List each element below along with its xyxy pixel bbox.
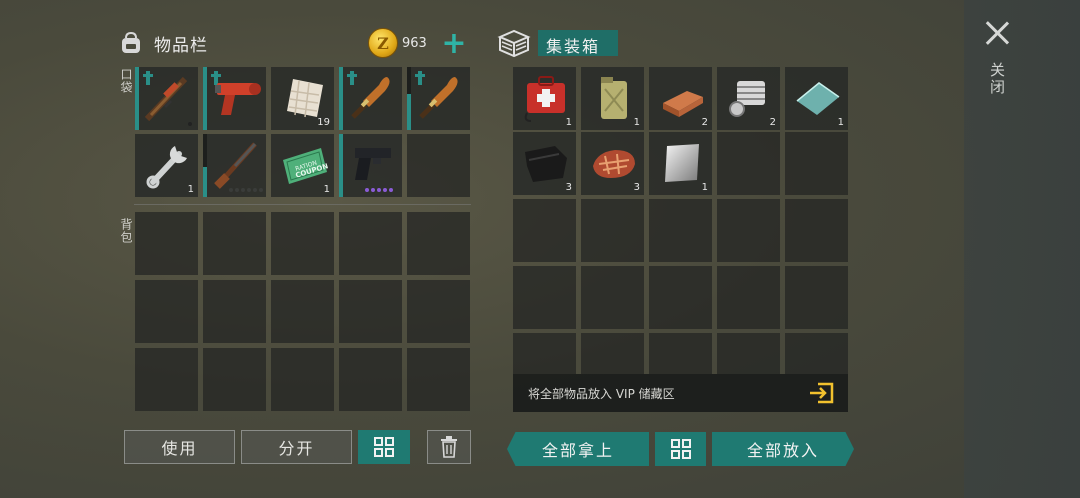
item-quantity: 1 xyxy=(187,184,194,195)
container-slot[interactable]: 1 xyxy=(785,67,848,130)
item-quantity: 1 xyxy=(565,117,572,128)
close-icon[interactable] xyxy=(984,20,1010,46)
backpack-slot[interactable] xyxy=(339,212,402,275)
backpack-slot[interactable] xyxy=(203,212,266,275)
pocket-slot[interactable] xyxy=(203,134,266,197)
backpack-slot[interactable] xyxy=(203,348,266,411)
inventory-title: 物品栏 xyxy=(154,35,208,56)
backpack-slot[interactable] xyxy=(407,348,470,411)
add-coins-button[interactable]: + xyxy=(436,29,472,59)
container-slot-empty[interactable] xyxy=(513,199,576,262)
pocket-slot[interactable]: 1 xyxy=(135,134,198,197)
close-panel xyxy=(964,0,1080,498)
container-slot-empty[interactable] xyxy=(785,333,848,374)
backpack-slot[interactable] xyxy=(135,280,198,343)
inventory-header: 物品栏 xyxy=(118,28,208,58)
container-slot-empty[interactable] xyxy=(513,266,576,329)
backpack-icon xyxy=(122,31,140,53)
upgrade-dots xyxy=(229,188,263,192)
machete-icon xyxy=(351,77,390,119)
pocket-slot[interactable]: 19 xyxy=(271,67,334,130)
pocket-label: 口袋 xyxy=(119,68,133,94)
close-label[interactable]: 关闭 xyxy=(988,62,1008,96)
item-quantity: 2 xyxy=(701,117,708,128)
container-slot-empty[interactable] xyxy=(717,132,780,195)
container-slot-empty[interactable] xyxy=(581,266,644,329)
container-slot[interactable]: 1 xyxy=(513,67,576,130)
item-quantity: 2 xyxy=(769,117,776,128)
container-slot-empty[interactable] xyxy=(649,199,712,262)
pocket-slot-empty[interactable] xyxy=(407,134,470,197)
container-slot-empty[interactable] xyxy=(717,333,780,374)
item-quantity: 1 xyxy=(837,117,844,128)
container-slot[interactable]: 2 xyxy=(649,67,712,130)
sort-inventory-button[interactable] xyxy=(358,430,410,464)
pistol-icon xyxy=(355,148,391,180)
pocket-slot[interactable]: RATION COUPON 1 xyxy=(271,134,334,197)
vip-storage-bar[interactable]: 将全部物品放入 VIP 储藏区 xyxy=(513,374,848,412)
backpack-slot[interactable] xyxy=(203,280,266,343)
pocket-slot[interactable] xyxy=(407,67,470,130)
trash-icon xyxy=(441,436,457,458)
backpack-slot[interactable] xyxy=(135,212,198,275)
flare-gun-icon xyxy=(215,83,261,115)
backpack-slot[interactable] xyxy=(339,348,402,411)
pocket-slot[interactable] xyxy=(203,67,266,130)
container-slot[interactable]: 2 xyxy=(717,67,780,130)
take-all-button[interactable]: 全部拿上 xyxy=(507,432,649,466)
item-quantity: 3 xyxy=(633,182,640,193)
container-slot-empty[interactable] xyxy=(513,333,576,374)
container-slot-empty[interactable] xyxy=(581,199,644,262)
coin-balance: Z 963 xyxy=(368,28,427,58)
grid-icon xyxy=(670,439,691,459)
machete-icon xyxy=(419,77,458,119)
backpack-slot[interactable] xyxy=(271,212,334,275)
container-box-icon xyxy=(497,29,531,58)
container-slot[interactable]: 1 xyxy=(649,132,712,195)
container-slot-empty[interactable] xyxy=(649,333,712,374)
pocket-slot[interactable] xyxy=(135,67,198,130)
vip-storage-text: 将全部物品放入 VIP 储藏区 xyxy=(528,386,675,401)
item-quantity: 1 xyxy=(701,182,708,193)
backpack-slot[interactable] xyxy=(271,348,334,411)
use-button[interactable]: 使用 xyxy=(124,430,235,464)
container-slot[interactable]: 1 xyxy=(581,67,644,130)
discard-button[interactable] xyxy=(427,430,471,464)
backpack-slot[interactable] xyxy=(407,212,470,275)
shotgun-icon xyxy=(214,142,257,189)
coin-count: 963 xyxy=(402,35,427,51)
pocket-slot[interactable] xyxy=(339,134,402,197)
move-to-vip-icon[interactable] xyxy=(808,382,834,404)
item-quantity: 19 xyxy=(317,117,330,128)
upgrade-dots xyxy=(365,188,393,192)
item-quantity: 3 xyxy=(565,182,572,193)
sniper-rifle-icon xyxy=(144,76,188,122)
put-all-button[interactable]: 全部放入 xyxy=(712,432,854,466)
sort-container-button[interactable] xyxy=(655,432,706,466)
divider xyxy=(134,204,471,205)
container-slot[interactable]: 3 xyxy=(513,132,576,195)
backpack-slot[interactable] xyxy=(407,280,470,343)
backpack-slot[interactable] xyxy=(135,348,198,411)
container-slot-empty[interactable] xyxy=(785,132,848,195)
backpack-slot[interactable] xyxy=(339,280,402,343)
split-button[interactable]: 分开 xyxy=(241,430,352,464)
backpack-label: 背包 xyxy=(119,218,133,244)
container-slot-empty[interactable] xyxy=(717,199,780,262)
item-quantity: 1 xyxy=(323,184,330,195)
coin-icon: Z xyxy=(368,28,398,58)
container-slot-empty[interactable] xyxy=(785,199,848,262)
grid-icon xyxy=(374,437,394,457)
container-header: 集装箱 xyxy=(496,28,618,58)
pocket-slot[interactable] xyxy=(339,67,402,130)
container-slot-empty[interactable] xyxy=(717,266,780,329)
backpack-slot[interactable] xyxy=(271,280,334,343)
container-slot[interactable]: 3 xyxy=(581,132,644,195)
container-slot-empty[interactable] xyxy=(785,266,848,329)
item-quantity: 1 xyxy=(633,117,640,128)
container-title: 集装箱 xyxy=(538,30,618,56)
container-slot-empty[interactable] xyxy=(649,266,712,329)
container-slot-empty[interactable] xyxy=(581,333,644,374)
